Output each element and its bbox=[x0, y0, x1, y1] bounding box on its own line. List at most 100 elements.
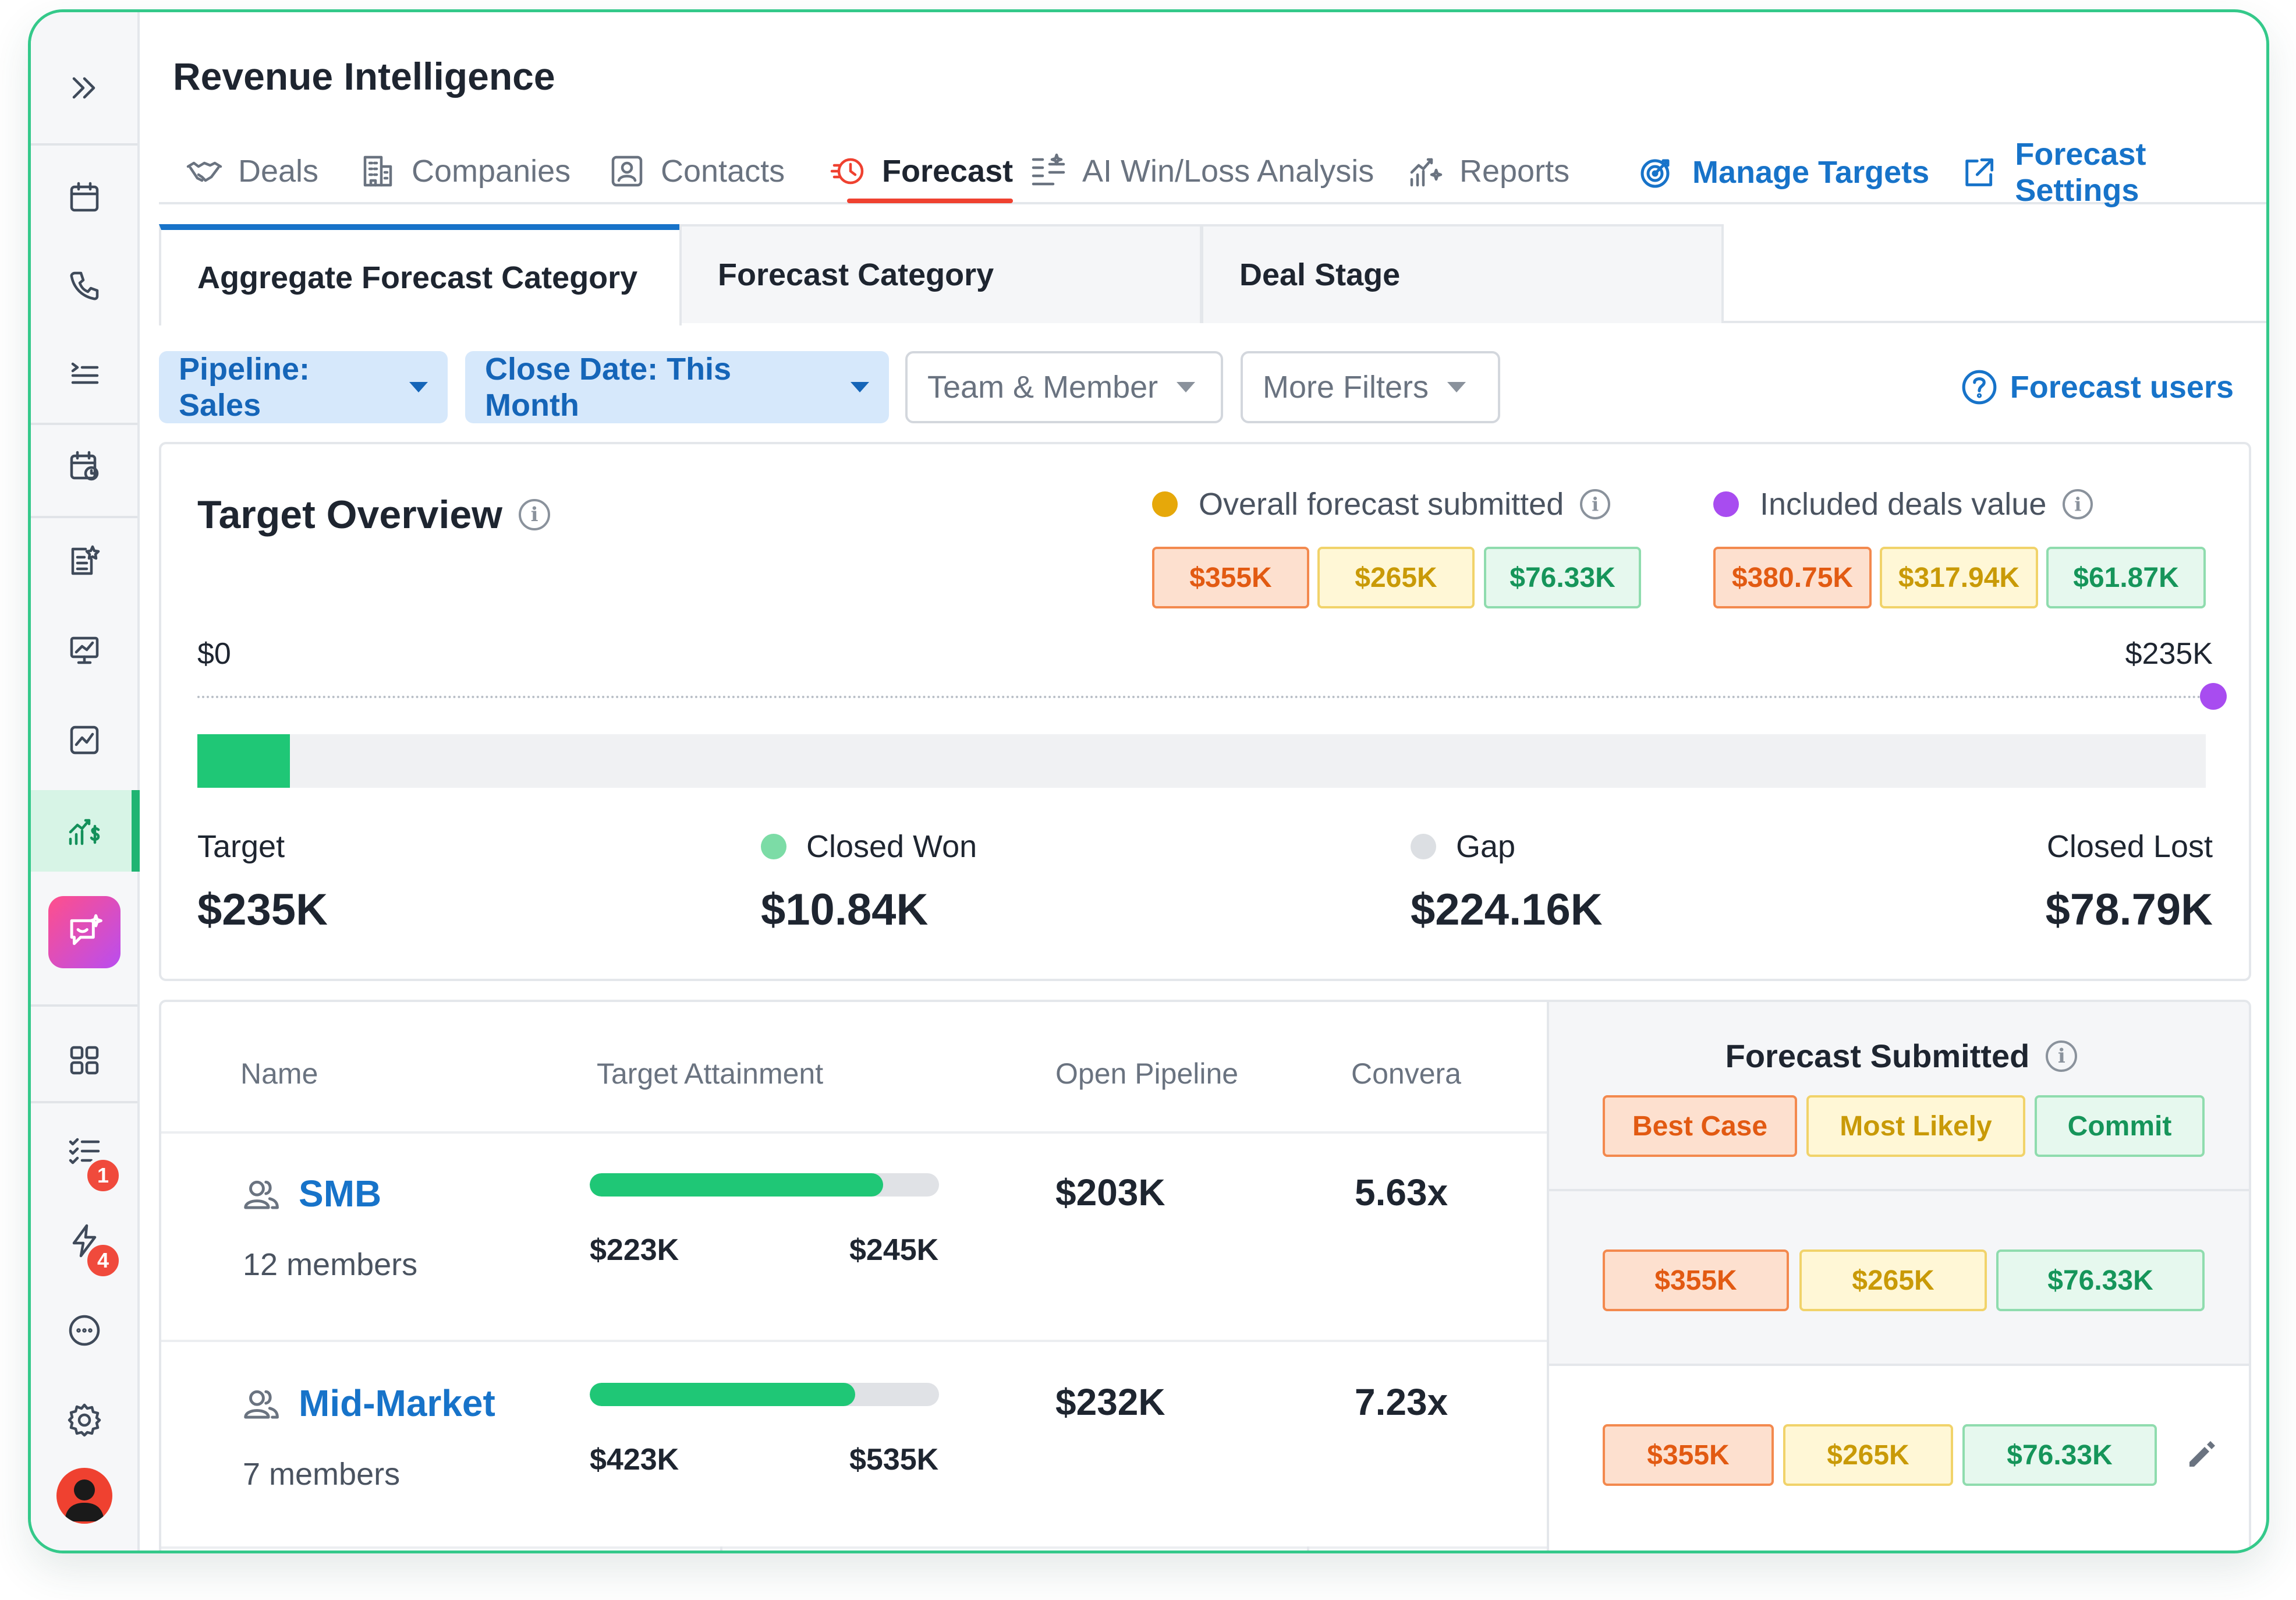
submitted-commit-pill: $76.33K bbox=[1484, 547, 1641, 608]
sequence-list-icon[interactable] bbox=[31, 334, 137, 415]
forecast-users-label: Forecast users bbox=[2010, 370, 2234, 405]
attainment-target: $535K bbox=[849, 1443, 939, 1477]
forecast-users-link[interactable]: Forecast users bbox=[1960, 351, 2234, 423]
row-most-likely-value: $265K bbox=[1799, 1249, 1987, 1311]
settings-gear-icon[interactable] bbox=[31, 1379, 137, 1461]
open-pipeline-value: $232K bbox=[1055, 1381, 1165, 1423]
building-icon bbox=[363, 155, 392, 187]
tab-ai-win-loss[interactable]: AI Win/Loss Analysis bbox=[1030, 140, 1374, 202]
revenue-intelligence-icon[interactable] bbox=[31, 790, 140, 872]
included-best-case-pill: $380.75K bbox=[1713, 547, 1872, 608]
phone-icon[interactable] bbox=[31, 245, 137, 327]
subtab-deal-stage[interactable]: Deal Stage bbox=[1201, 224, 1724, 323]
chevron-down-icon bbox=[851, 382, 869, 392]
gap-stat-label: Gap bbox=[1456, 829, 1516, 864]
automations-count-badge: 4 bbox=[84, 1242, 122, 1279]
col-header-open-pipeline[interactable]: Open Pipeline bbox=[1055, 1057, 1238, 1091]
tab-forecast[interactable]: Forecast bbox=[830, 140, 1014, 203]
team-forecast-table: Name Target Attainment Open Pipeline Con… bbox=[159, 1000, 2251, 1551]
subtab-forecast-category[interactable]: Forecast Category bbox=[679, 224, 1202, 323]
forecast-submitted-row: $355K $265K $76.33K bbox=[1549, 1191, 2249, 1366]
chevron-down-icon bbox=[409, 382, 428, 392]
target-overview-card: Target Overview i Overall forecast submi… bbox=[159, 442, 2251, 981]
analytics-icon[interactable] bbox=[31, 699, 137, 781]
handshake-icon bbox=[186, 161, 222, 182]
pipeline-filter-label: Pipeline: Sales bbox=[179, 352, 310, 423]
team-link-mid-market[interactable]: Mid-Market bbox=[240, 1382, 495, 1425]
scale-min-label: $0 bbox=[197, 637, 231, 671]
user-avatar[interactable] bbox=[56, 1468, 112, 1524]
ai-assistant-icon[interactable] bbox=[48, 896, 121, 968]
forecast-clock-icon bbox=[830, 158, 864, 185]
more-options-icon[interactable] bbox=[31, 1290, 137, 1371]
calendar-icon[interactable] bbox=[31, 157, 137, 238]
info-icon[interactable]: i bbox=[2046, 1040, 2078, 1072]
team-users-icon bbox=[244, 1390, 279, 1419]
tab-reports-label: Reports bbox=[1459, 154, 1570, 189]
info-icon[interactable]: i bbox=[519, 499, 551, 530]
legend-included-label: Included deals value bbox=[1760, 487, 2047, 522]
submitted-best-case-pill: $355K bbox=[1152, 547, 1309, 608]
info-icon[interactable]: i bbox=[2063, 489, 2093, 519]
expand-rail-icon[interactable] bbox=[31, 47, 137, 129]
target-icon bbox=[1640, 159, 1670, 188]
tab-companies-label: Companies bbox=[412, 154, 571, 189]
more-filters-label: More Filters bbox=[1263, 370, 1429, 405]
forecast-submitted-header: Forecast Submitted i Best Case Most Like… bbox=[1549, 1002, 2249, 1191]
pipeline-filter[interactable]: Pipeline: Sales bbox=[159, 351, 448, 423]
rail-divider bbox=[31, 423, 137, 425]
close-date-filter[interactable]: Close Date: This Month bbox=[465, 351, 889, 423]
col-header-target-attainment[interactable]: Target Attainment bbox=[597, 1057, 823, 1091]
team-member-filter-label: Team & Member bbox=[927, 370, 1158, 405]
row-divider bbox=[161, 1340, 1547, 1342]
tab-deals[interactable]: Deals bbox=[186, 140, 318, 202]
legend-overall-forecast-submitted: Overall forecast submitted i bbox=[1152, 486, 1611, 522]
tab-contacts[interactable]: Contacts bbox=[608, 140, 785, 202]
closed-won-fill bbox=[197, 734, 290, 788]
tab-deals-label: Deals bbox=[238, 154, 319, 189]
manage-targets-link[interactable]: Manage Targets bbox=[1638, 140, 1929, 204]
closed-won-stat-label: Closed Won bbox=[806, 829, 977, 864]
tab-contacts-label: Contacts bbox=[661, 154, 785, 189]
edit-pencil-icon[interactable] bbox=[2184, 1438, 2219, 1472]
automation-bolt-icon[interactable] bbox=[31, 1200, 137, 1282]
tab-reports[interactable]: Reports bbox=[1407, 140, 1569, 202]
tasks-checklist-icon[interactable] bbox=[31, 1110, 137, 1192]
tab-forecast-label: Forecast bbox=[882, 154, 1014, 189]
target-stat-value: $235K bbox=[197, 885, 328, 934]
meetings-icon[interactable] bbox=[31, 426, 137, 507]
row-divider bbox=[161, 1131, 1547, 1134]
closed-won-dot-icon bbox=[761, 834, 786, 859]
info-icon[interactable]: i bbox=[1580, 489, 1611, 519]
team-link-smb[interactable]: SMB bbox=[240, 1172, 381, 1215]
chevron-down-icon bbox=[1447, 382, 1466, 392]
rail-divider bbox=[31, 1101, 137, 1103]
app-window: 1 4 Revenue Intelligence Deals Companies… bbox=[28, 9, 2269, 1553]
apps-grid-icon[interactable] bbox=[31, 1020, 137, 1101]
tab-companies[interactable]: Companies bbox=[359, 140, 571, 202]
presentation-chart-icon[interactable] bbox=[31, 609, 137, 691]
attainment-achieved: $423K bbox=[590, 1443, 679, 1477]
page-title: Revenue Intelligence bbox=[173, 55, 555, 98]
forecast-submitted-title: Forecast Submitted i bbox=[1549, 1037, 2249, 1075]
legend-included-deals-value: Included deals value i bbox=[1713, 486, 2093, 522]
subtab-aggregate-forecast-category[interactable]: Aggregate Forecast Category bbox=[159, 224, 682, 325]
attainment-progress-fill bbox=[590, 1383, 855, 1406]
closed-lost-stat-value: $78.79K bbox=[2045, 885, 2213, 934]
team-member-count: 7 members bbox=[243, 1457, 401, 1492]
closed-lost-stat-label: Closed Lost bbox=[2046, 829, 2213, 864]
forecast-settings-link[interactable]: Forecast Settings bbox=[1961, 137, 2266, 208]
conversion-value: 7.23x bbox=[1355, 1381, 1448, 1423]
attainment-progress-fill bbox=[590, 1173, 883, 1197]
rail-divider bbox=[31, 1004, 137, 1007]
notes-star-icon[interactable] bbox=[31, 520, 137, 601]
tasks-count-badge: 1 bbox=[84, 1157, 122, 1194]
col-header-name[interactable]: Name bbox=[240, 1057, 318, 1091]
team-users-icon bbox=[244, 1180, 279, 1209]
attainment-progress-bar bbox=[590, 1383, 939, 1406]
more-filters-button[interactable]: More Filters bbox=[1241, 351, 1500, 423]
row-commit-value: $76.33K bbox=[1962, 1424, 2157, 1486]
team-member-filter[interactable]: Team & Member bbox=[905, 351, 1223, 423]
target-stat-label: Target bbox=[197, 829, 285, 864]
col-header-conversion[interactable]: Convera bbox=[1351, 1057, 1461, 1091]
